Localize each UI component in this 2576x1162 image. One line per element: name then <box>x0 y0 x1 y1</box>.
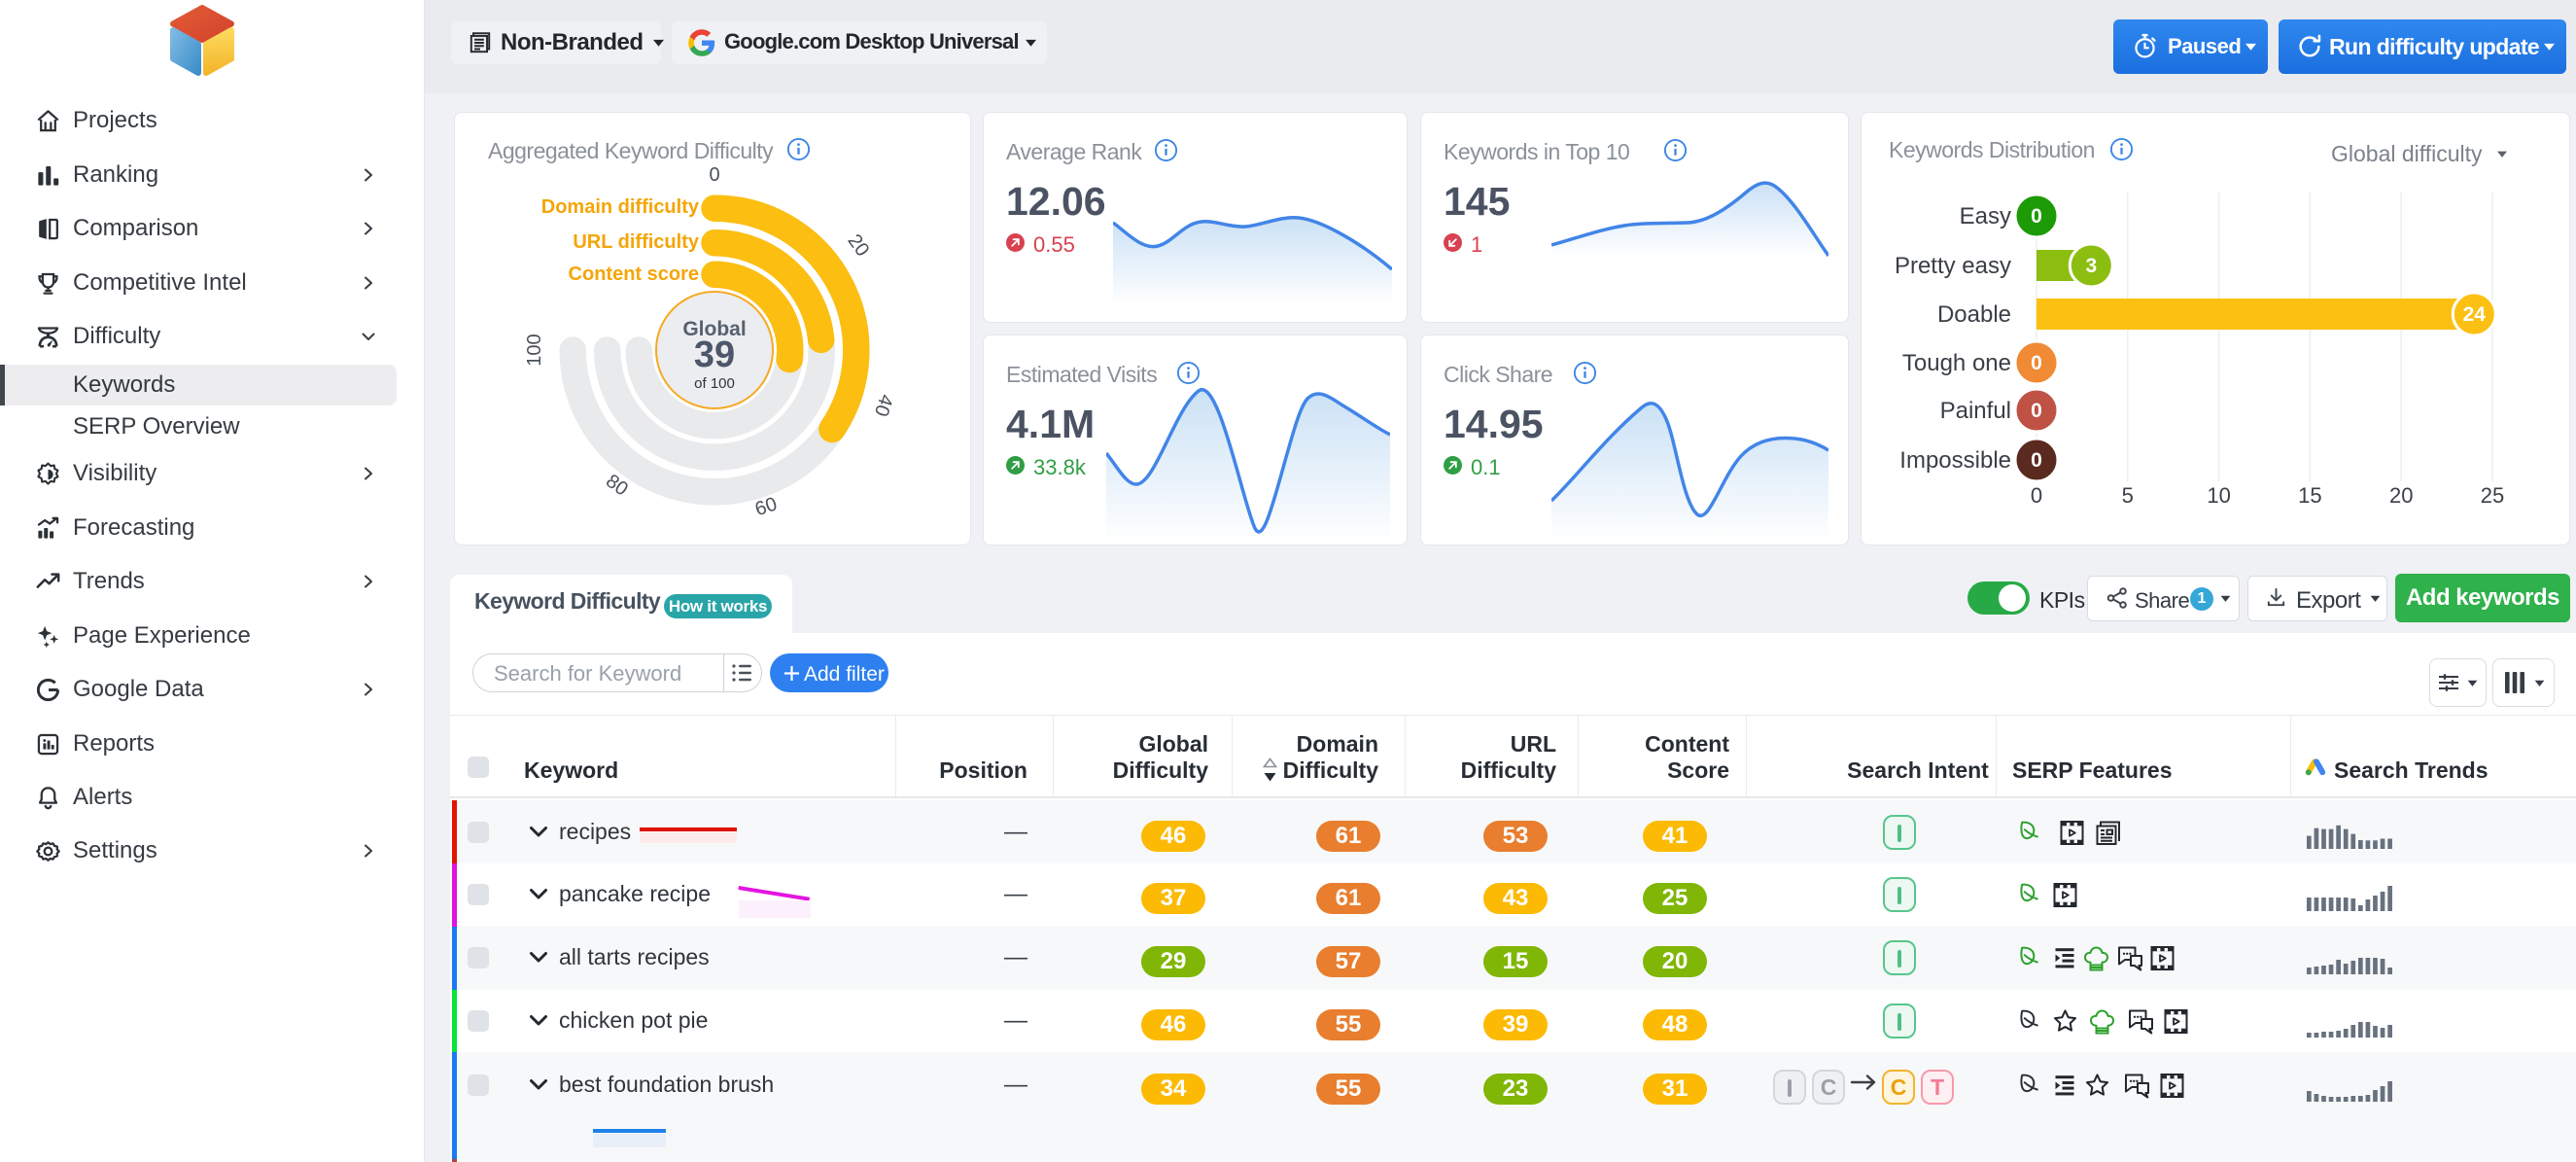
svg-text:0: 0 <box>2031 449 2042 472</box>
svg-text:100: 100 <box>524 334 545 366</box>
svg-text:15: 15 <box>2298 483 2321 508</box>
svg-text:20: 20 <box>2389 483 2413 508</box>
svg-text:of 100: of 100 <box>694 375 735 392</box>
svg-text:3: 3 <box>2085 255 2097 277</box>
svg-text:Pretty easy: Pretty easy <box>1895 253 2011 279</box>
svg-text:Tough one: Tough one <box>1902 350 2011 376</box>
svg-text:Easy: Easy <box>1960 203 2011 229</box>
svg-text:0: 0 <box>2031 483 2042 508</box>
svg-text:URL difficulty: URL difficulty <box>573 231 700 253</box>
svg-text:Domain difficulty: Domain difficulty <box>541 196 700 218</box>
svg-text:0: 0 <box>2031 400 2042 422</box>
svg-text:Doable: Doable <box>1937 301 2011 328</box>
svg-text:Content score: Content score <box>569 264 699 285</box>
svg-text:0: 0 <box>709 164 719 186</box>
svg-text:39: 39 <box>694 335 735 375</box>
svg-text:5: 5 <box>2122 483 2134 508</box>
svg-text:Impossible: Impossible <box>1899 447 2011 474</box>
svg-text:0: 0 <box>2031 352 2042 374</box>
svg-text:20: 20 <box>843 230 873 261</box>
svg-text:40: 40 <box>870 392 897 419</box>
svg-text:Painful: Painful <box>1940 398 2011 424</box>
svg-text:24: 24 <box>2463 303 2487 326</box>
svg-text:25: 25 <box>2481 483 2504 508</box>
svg-text:0: 0 <box>2031 205 2042 228</box>
svg-text:10: 10 <box>2207 483 2230 508</box>
